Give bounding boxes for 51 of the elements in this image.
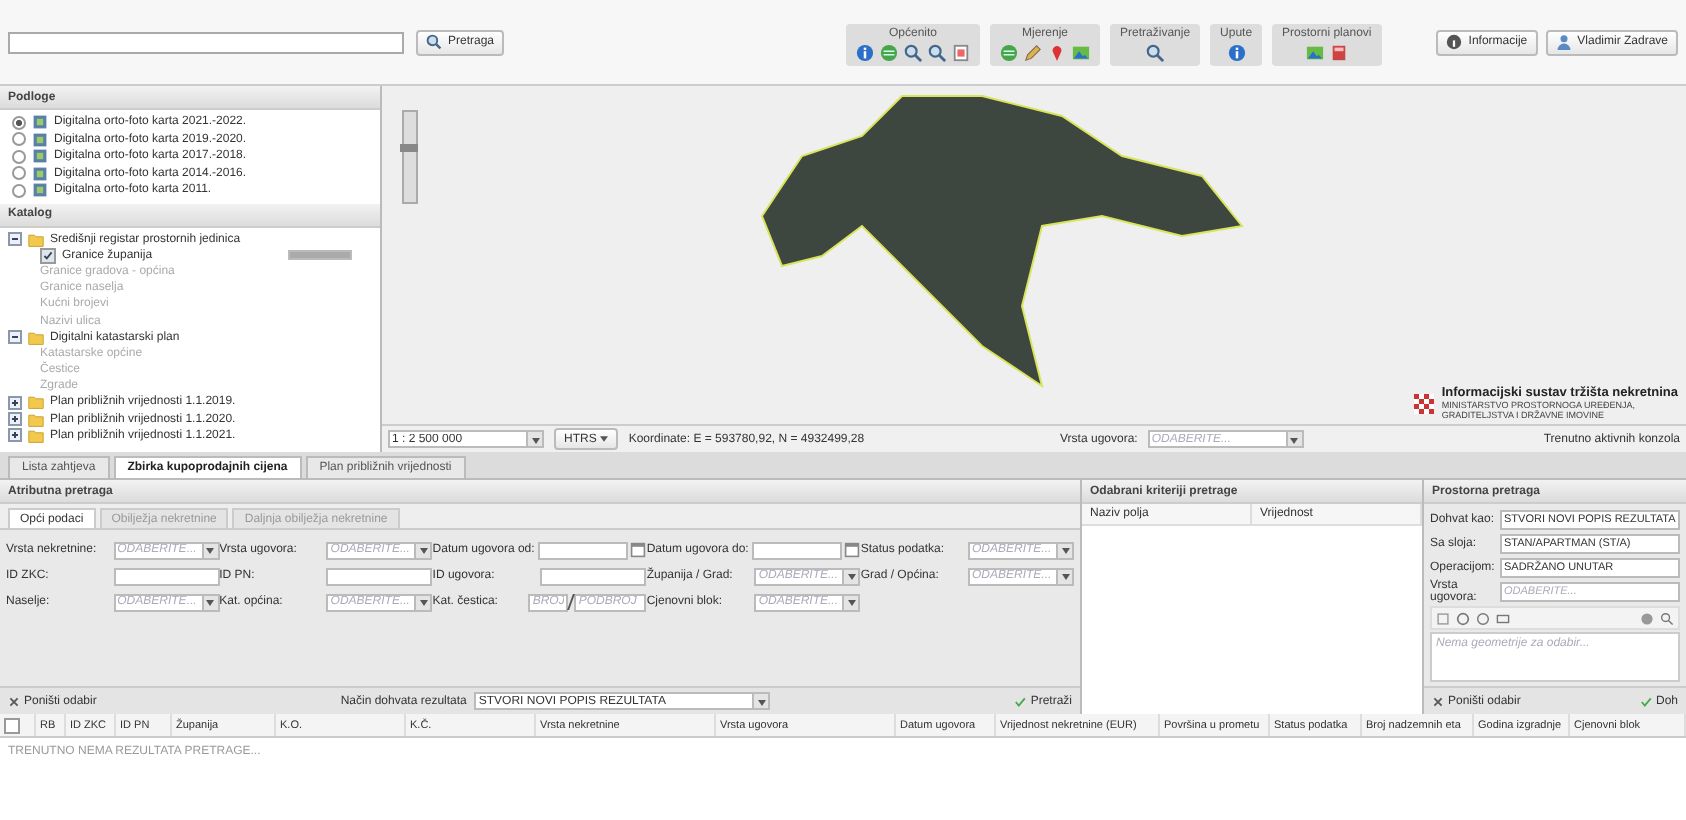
book-icon[interactable]	[1329, 44, 1348, 62]
dropdown-arrow-button[interactable]	[416, 541, 433, 559]
input-field[interactable]	[113, 567, 220, 585]
pencil-icon[interactable]	[1024, 44, 1043, 62]
expand-toggle-icon[interactable]	[8, 232, 22, 247]
input-field[interactable]	[540, 567, 647, 585]
expand-toggle-icon[interactable]	[8, 412, 22, 427]
radio-button[interactable]	[12, 115, 26, 130]
close-icon	[8, 695, 20, 707]
user-icon	[1555, 34, 1572, 50]
caret-icon	[600, 436, 609, 442]
dropdown-arrow-button[interactable]	[416, 593, 433, 611]
magnifier-icon[interactable]	[928, 44, 947, 62]
calendar-icon[interactable]	[844, 542, 861, 558]
dropdown-arrow-button[interactable]	[528, 430, 544, 448]
image-icon[interactable]	[1305, 44, 1324, 62]
expand-toggle-icon[interactable]	[8, 395, 22, 410]
radio-button[interactable]	[12, 132, 26, 147]
checkmark-icon	[1014, 695, 1027, 707]
page-icon[interactable]	[952, 44, 971, 62]
checkered-crest-icon	[1413, 391, 1434, 415]
magnifier-icon[interactable]	[904, 44, 923, 62]
checkmark-icon	[1639, 695, 1652, 707]
magnifier-icon[interactable]	[1146, 44, 1165, 62]
square-tool-icon[interactable]	[1436, 611, 1450, 625]
info-icon[interactable]	[1227, 44, 1246, 62]
rectangle-tool-icon[interactable]	[1496, 611, 1510, 625]
checkbox[interactable]	[4, 717, 20, 733]
close-icon	[1432, 695, 1444, 707]
info-icon[interactable]	[856, 44, 875, 62]
info-icon	[1446, 34, 1463, 50]
pin-icon[interactable]	[1048, 44, 1067, 62]
slider-thumb[interactable]	[400, 144, 418, 152]
search-icon[interactable]	[1660, 611, 1674, 625]
search-icon	[426, 34, 442, 50]
zoom-slider[interactable]	[402, 110, 418, 204]
calendar-icon[interactable]	[630, 542, 647, 558]
expand-toggle-icon[interactable]	[8, 428, 22, 443]
checkbox[interactable]	[40, 247, 56, 264]
radio-button[interactable]	[12, 166, 26, 181]
date-field[interactable]	[538, 541, 629, 559]
search-field[interactable]	[8, 31, 404, 53]
expand-toggle-icon[interactable]	[8, 330, 22, 345]
folder-icon	[28, 231, 44, 248]
dropdown-arrow-button[interactable]	[754, 692, 771, 710]
image-icon[interactable]	[1072, 44, 1091, 62]
date-field[interactable]	[752, 541, 843, 559]
folder-icon	[28, 329, 44, 346]
radio-button[interactable]	[12, 149, 26, 164]
input-field[interactable]	[326, 567, 433, 585]
radio-button[interactable]	[12, 183, 26, 198]
